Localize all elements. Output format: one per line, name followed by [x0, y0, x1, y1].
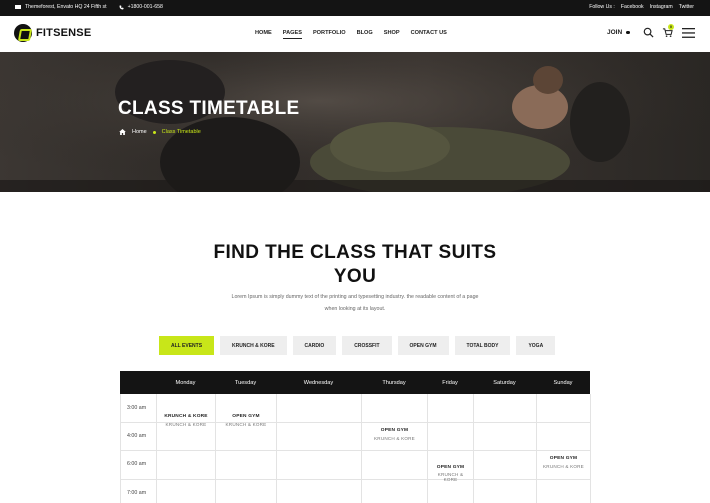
- time-slot-label: 4:00 am: [127, 433, 147, 439]
- grid-column-divider: [590, 394, 591, 503]
- grid-row-divider: [121, 479, 591, 480]
- class-filter-bar: ALL EVENTS KRUNCH & KORE CARDIO CROSSFIT…: [159, 336, 556, 355]
- section-description-line-2: when looking at its layout.: [324, 306, 386, 312]
- filter-crossfit[interactable]: CROSSFIT: [342, 336, 392, 355]
- nav-item-pages[interactable]: PAGES: [282, 30, 302, 39]
- logo-icon: [14, 24, 32, 42]
- grid-row-divider: [121, 450, 591, 451]
- join-dot-icon: [626, 30, 630, 35]
- day-header-saturday: Saturday: [493, 379, 516, 386]
- main-nav: HOME PAGES PORTFOLIO BLOG SHOP CONTACT U…: [255, 30, 447, 39]
- phone-icon: [119, 5, 124, 9]
- event-name: OPEN GYM: [436, 465, 465, 470]
- nav-item-portfolio[interactable]: PORTFOLIO: [313, 30, 346, 39]
- grid-column-divider: [427, 394, 428, 503]
- timetable-event[interactable]: KRUNCH & KORE KRUNCH & KORE: [156, 414, 216, 427]
- time-slot-label: 7:00 am: [127, 490, 147, 496]
- event-name: KRUNCH & KORE: [164, 414, 208, 419]
- grid-column-divider: [276, 394, 277, 503]
- grid-column-divider: [156, 394, 157, 503]
- hero-banner: CLASS TIMETABLE Home Class Timetable: [0, 52, 710, 192]
- nav-item-home[interactable]: HOME: [255, 30, 272, 39]
- grid-column-divider: [473, 394, 474, 503]
- filter-total-body[interactable]: TOTAL BODY: [454, 336, 511, 355]
- breadcrumb-separator-icon: [152, 130, 156, 134]
- section-title-line-1: FIND THE CLASS THAT SUITS: [213, 242, 497, 263]
- timetable-event[interactable]: OPEN GYM KRUNCH & KORE: [215, 414, 277, 427]
- event-subtitle: KRUNCH & KORE: [225, 422, 267, 427]
- timetable-header: Monday Tuesday Wednesday Thursday Friday…: [120, 371, 590, 394]
- filter-yoga[interactable]: YOGA: [516, 336, 556, 355]
- cart-count-badge: 0: [668, 24, 674, 30]
- social-instagram-link[interactable]: Instagram: [650, 4, 673, 10]
- timetable-grid: 3:00 am 4:00 am 6:00 am 7:00 am KRUNCH &…: [120, 394, 591, 503]
- filter-cardio[interactable]: CARDIO: [292, 336, 337, 355]
- filter-krunch-kore[interactable]: KRUNCH & KORE: [220, 336, 287, 355]
- join-button[interactable]: JOIN: [607, 29, 630, 36]
- mail-icon: [15, 4, 21, 10]
- day-header-friday: Friday: [442, 379, 458, 386]
- section-description: Lorem Ipsum is simply dummy text of the …: [205, 291, 505, 315]
- day-header-tuesday: Tuesday: [234, 379, 257, 386]
- search-icon[interactable]: [643, 27, 654, 38]
- phone-text: +1800-001-658: [127, 4, 163, 10]
- day-header-monday: Monday: [175, 379, 196, 386]
- timetable-event[interactable]: OPEN GYM KRUNCH & KORE: [427, 465, 474, 482]
- event-subtitle: KRUNCH & KORE: [165, 422, 207, 427]
- breadcrumb-current: Class Timetable: [161, 129, 201, 135]
- phone-info[interactable]: +1800-001-658: [119, 4, 163, 10]
- event-name: OPEN GYM: [380, 428, 409, 433]
- nav-item-contact-us[interactable]: CONTACT US: [411, 30, 447, 39]
- timetable-event[interactable]: OPEN GYM KRUNCH & KORE: [536, 456, 591, 469]
- event-subtitle-line: KORE: [443, 477, 458, 482]
- event-name: OPEN GYM: [232, 414, 260, 419]
- event-subtitle: KRUNCH & KORE: [543, 464, 584, 469]
- address-text: Themeforest, Envato HQ 24 Fifth st: [25, 4, 107, 10]
- grid-column-divider: [215, 394, 216, 503]
- breadcrumb: Home Class Timetable: [119, 129, 201, 135]
- logo-text: FITSENSE: [36, 27, 92, 39]
- nav-item-blog[interactable]: BLOG: [357, 30, 373, 39]
- event-subtitle: KRUNCH & KORE: [374, 436, 415, 441]
- social-facebook-link[interactable]: Facebook: [621, 4, 644, 10]
- header: FITSENSE HOME PAGES PORTFOLIO BLOG SHOP …: [0, 16, 710, 52]
- time-slot-label: 6:00 am: [127, 461, 147, 467]
- join-label: JOIN: [607, 29, 623, 36]
- follow-label: Follow Us :: [589, 4, 615, 10]
- section-title-line-2: YOU: [333, 266, 377, 287]
- home-icon: [119, 129, 126, 135]
- hero-background-image: [0, 52, 710, 192]
- day-header-thursday: Thursday: [382, 379, 406, 386]
- event-name: OPEN GYM: [549, 456, 578, 461]
- event-subtitle: KRUNCH & KORE: [427, 472, 474, 482]
- timetable-event[interactable]: OPEN GYM KRUNCH & KORE: [361, 428, 428, 441]
- day-header-sunday: Sunday: [553, 379, 573, 386]
- nav-item-shop[interactable]: SHOP: [384, 30, 400, 39]
- section-title: FIND THE CLASS THAT SUITS YOU: [0, 241, 710, 289]
- grid-column-divider: [361, 394, 362, 503]
- grid-column-divider: [536, 394, 537, 503]
- filter-all-events[interactable]: ALL EVENTS: [159, 336, 215, 355]
- breadcrumb-home-link[interactable]: Home: [132, 129, 147, 135]
- time-slot-label: 3:00 am: [127, 405, 147, 411]
- address-info: Themeforest, Envato HQ 24 Fifth st: [15, 4, 107, 10]
- top-bar: Themeforest, Envato HQ 24 Fifth st +1800…: [0, 0, 710, 16]
- social-twitter-link[interactable]: Twitter: [679, 4, 694, 10]
- hamburger-menu-icon[interactable]: [682, 28, 695, 38]
- day-header-wednesday: Wednesday: [303, 379, 334, 386]
- page-title: CLASS TIMETABLE: [118, 98, 300, 119]
- logo[interactable]: FITSENSE: [14, 24, 91, 42]
- filter-open-gym[interactable]: OPEN GYM: [397, 336, 449, 355]
- section-description-line-1: Lorem Ipsum is simply dummy text of the …: [231, 294, 479, 300]
